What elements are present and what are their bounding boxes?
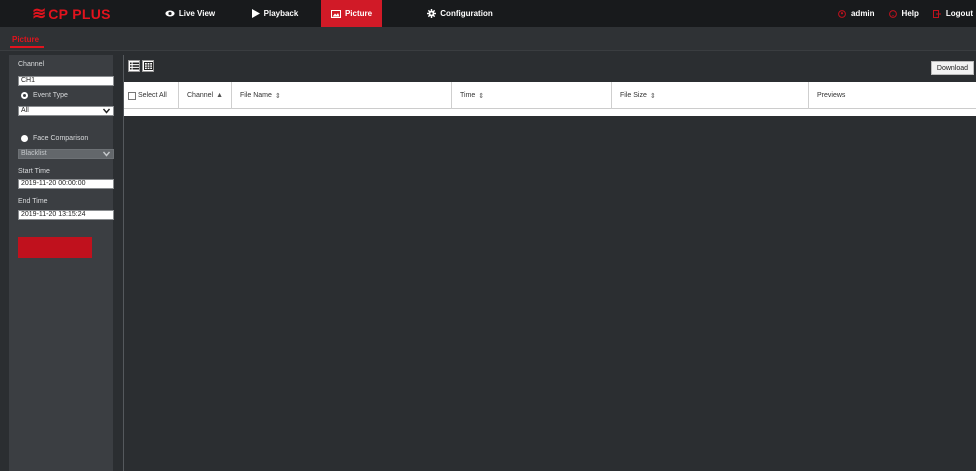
logout-link[interactable]: Logout [932,9,973,18]
table-header: Select All Channel ▲ File Name ⇕ Time ⇕ … [124,82,976,109]
download-button[interactable]: Download [931,61,974,75]
column-previews: Previews [809,82,976,109]
nav-playback[interactable]: Playback [230,0,320,27]
chevron-down-icon [103,108,110,114]
search-button[interactable] [18,237,92,258]
user-icon [838,9,846,18]
event-type-select[interactable]: All [18,106,114,116]
column-channel[interactable]: Channel ▲ [179,82,232,109]
radio-unchecked-icon [21,135,28,142]
subtab-picture[interactable]: Picture [12,35,39,44]
nav-configuration-label: Configuration [440,9,493,18]
start-time-label: Start Time [18,168,50,175]
help-icon [888,9,897,18]
face-comparison-radio[interactable]: Face Comparison [21,135,88,142]
brand-mark-icon: ≋ [32,4,47,23]
logout-label: Logout [945,9,973,18]
list-view-icon [129,62,139,70]
chevron-down-icon [103,151,110,157]
sort-icon: ⇕ [478,92,485,100]
play-icon [251,9,260,18]
face-comparison-value: Blacklist [21,150,47,157]
sort-icon: ⇕ [274,92,281,100]
event-type-radio[interactable]: Event Type [21,92,68,99]
gear-icon [427,9,437,18]
column-time[interactable]: Time ⇕ [452,82,612,109]
grid-view-icon [143,62,153,70]
view-toggle-group [128,60,156,72]
top-nav-bar: ≋ CP PLUS Live View Playback Picture Con… [0,0,976,27]
radio-checked-icon [21,92,28,99]
results-panel: Download Select All Channel ▲ File Name … [123,55,976,471]
event-type-value: All [21,107,29,114]
select-all-label: Select All [138,92,167,99]
sort-icon: ⇕ [649,92,656,100]
sort-ascending-icon: ▲ [216,92,224,99]
user-menu[interactable]: admin [838,9,875,18]
list-view-button[interactable] [128,60,140,72]
table-body [124,109,976,116]
end-time-label: End Time [18,198,48,205]
select-all-header[interactable]: Select All [124,82,179,109]
column-previews-label: Previews [817,92,846,99]
nav-picture-label: Picture [344,9,373,18]
subtab-active-indicator [10,46,44,48]
nav-playback-label: Playback [263,9,299,18]
checkbox-icon[interactable] [128,91,136,100]
column-time-label: Time [460,92,476,99]
help-label: Help [901,9,919,18]
column-file-name-label: File Name [240,92,272,99]
picture-icon [330,9,341,18]
end-time-field[interactable]: 2019-11-20 13:15:24 [18,210,114,220]
search-panel: Channel CH1 Event Type All Face Comparis… [9,55,114,471]
nav-picture[interactable]: Picture [321,0,382,27]
face-comparison-select[interactable]: Blacklist [18,149,114,159]
start-time-field[interactable]: 2019-11-20 00:00:00 [18,179,114,189]
channel-field[interactable]: CH1 [18,76,114,86]
user-area: admin Help Logout [838,0,976,27]
brand-name: CP PLUS [48,6,111,22]
help-link[interactable]: Help [888,9,919,18]
column-channel-label: Channel [187,92,214,99]
nav-live-view[interactable]: Live View [140,0,240,27]
eye-icon [165,10,175,17]
event-type-label: Event Type [33,92,68,99]
grid-view-button[interactable] [142,60,154,72]
channel-label: Channel [18,61,45,68]
nav-live-view-label: Live View [178,9,216,18]
nav-configuration[interactable]: Configuration [405,0,515,27]
column-file-name[interactable]: File Name ⇕ [232,82,452,109]
logout-icon [932,9,941,18]
brand-logo: ≋ CP PLUS [32,4,111,24]
face-comparison-label: Face Comparison [33,135,89,142]
sub-nav-bar: Picture [0,27,976,51]
column-file-size[interactable]: File Size ⇕ [612,82,809,109]
column-file-size-label: File Size [620,92,647,99]
user-name: admin [850,9,875,18]
